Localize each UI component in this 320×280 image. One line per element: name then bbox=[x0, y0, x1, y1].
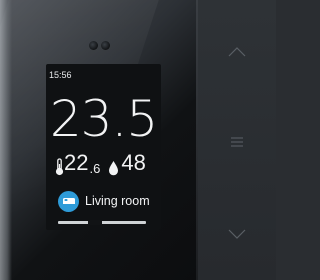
room-conditions: 22 .6 48 bbox=[55, 150, 146, 176]
page-indicator bbox=[58, 220, 146, 225]
menu-button[interactable] bbox=[220, 127, 254, 161]
sensor-dot-icon bbox=[89, 41, 98, 50]
down-button[interactable] bbox=[220, 218, 254, 252]
up-button[interactable] bbox=[220, 36, 254, 70]
page-indicator-thumb bbox=[88, 220, 102, 225]
chevron-down-icon bbox=[228, 226, 246, 244]
thermostat-device: 15:56 23.5 22 .6 48 Living room bbox=[0, 0, 276, 280]
menu-icon bbox=[230, 135, 244, 153]
room-name: Living room bbox=[85, 194, 150, 208]
room-selector[interactable]: Living room bbox=[58, 190, 150, 212]
sensor-dot-icon bbox=[101, 41, 110, 50]
room-temperature: 22 bbox=[64, 150, 89, 175]
room-temperature-decimal: .6 bbox=[89, 161, 101, 176]
chevron-up-icon bbox=[228, 44, 246, 62]
set-temperature[interactable]: 23.5 bbox=[46, 90, 161, 148]
display-screen: 15:56 23.5 22 .6 48 Living room bbox=[46, 64, 161, 230]
humidity-drop-icon bbox=[108, 160, 119, 176]
thermometer-icon bbox=[55, 158, 64, 176]
bed-icon bbox=[58, 190, 79, 212]
clock-time: 15:56 bbox=[49, 70, 72, 80]
humidity-value: 48 bbox=[121, 150, 146, 175]
